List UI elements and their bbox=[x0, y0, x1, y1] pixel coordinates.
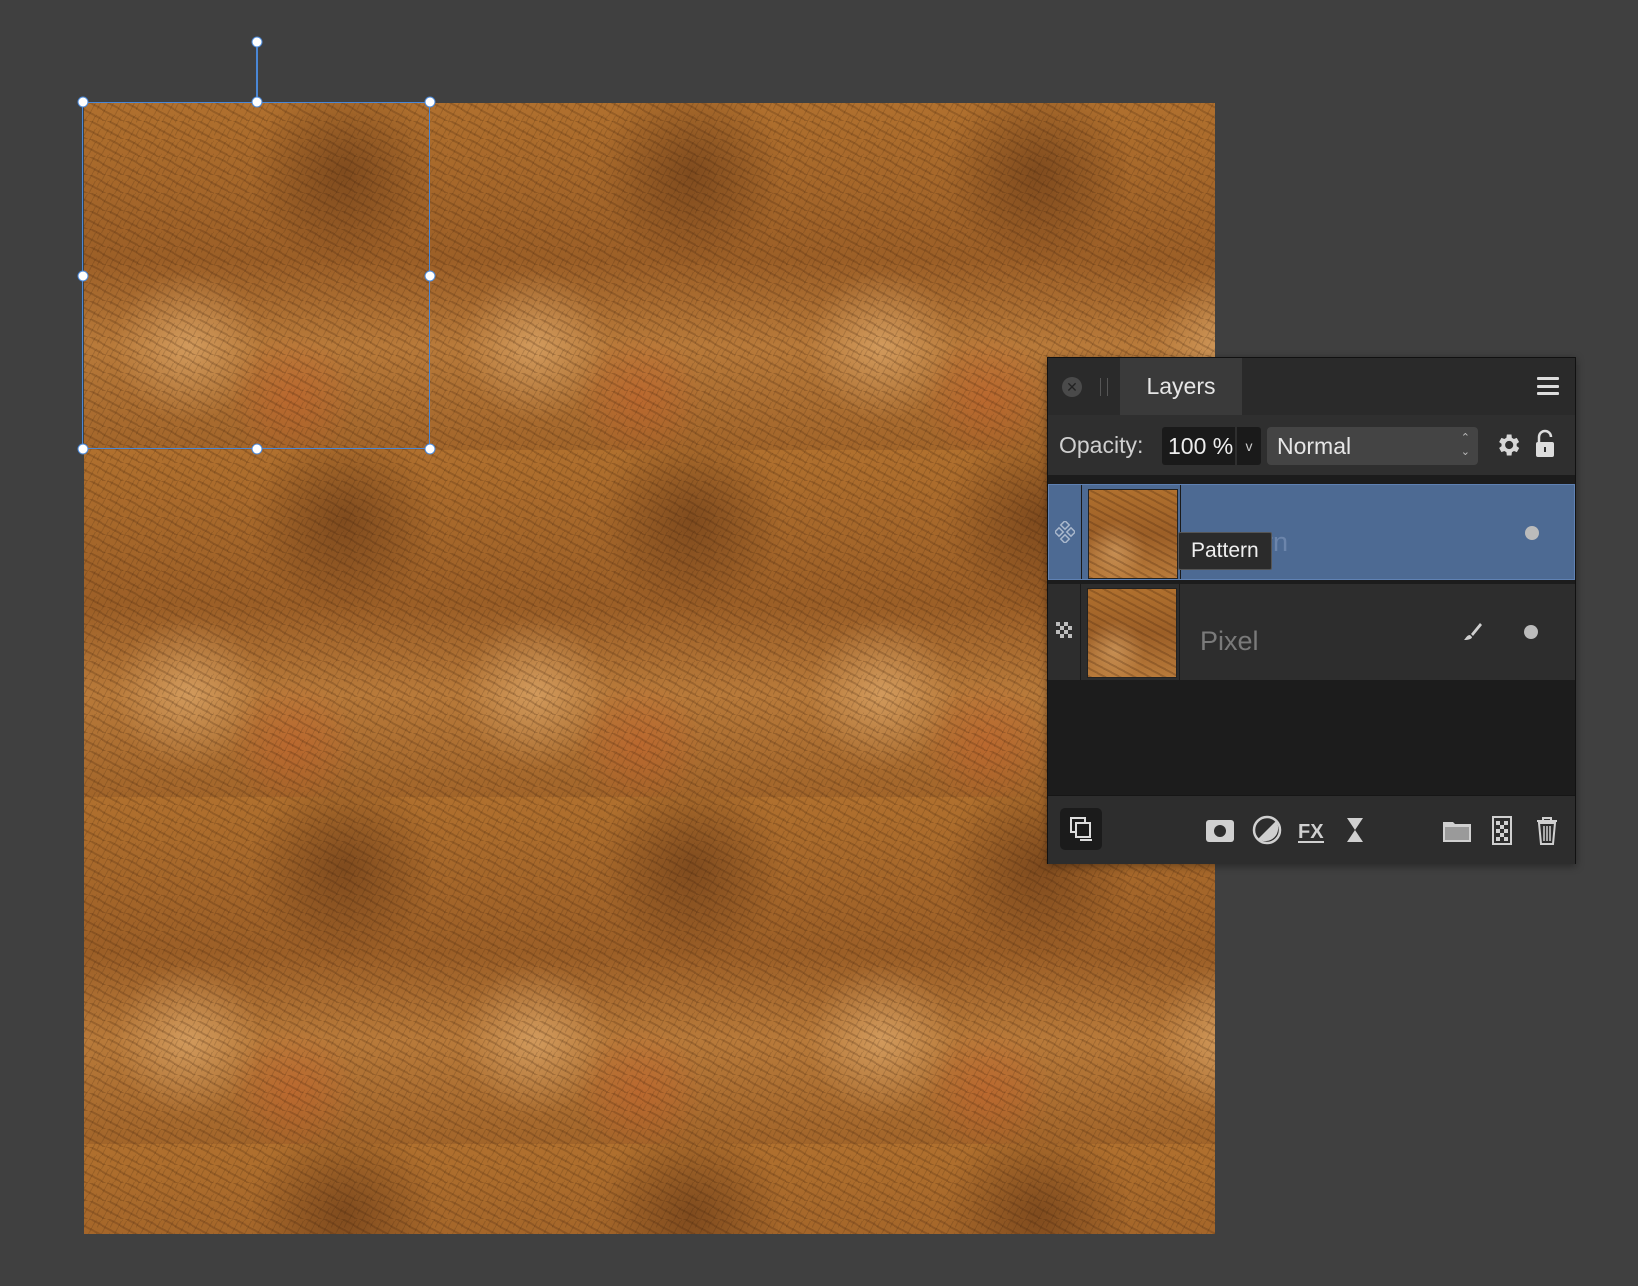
pixel-layer-icon[interactable] bbox=[1486, 814, 1518, 846]
layer-row-pattern[interactable]: Pattern bbox=[1048, 484, 1575, 580]
layer-row-pixel[interactable]: Pixel bbox=[1048, 584, 1575, 680]
visibility-dot-icon[interactable] bbox=[1524, 625, 1538, 639]
layers-empty-area bbox=[1048, 680, 1575, 796]
adjustment-icon[interactable] bbox=[1251, 814, 1283, 846]
visibility-dot-icon[interactable] bbox=[1525, 526, 1539, 540]
resize-handle-right[interactable] bbox=[424, 270, 436, 282]
layers-bottom-bar: FX bbox=[1048, 795, 1575, 864]
resize-handle-bottom[interactable] bbox=[251, 443, 263, 455]
blend-mode-select[interactable]: Normal ⌃ ⌄ bbox=[1267, 427, 1478, 465]
brush-icon[interactable] bbox=[1460, 620, 1484, 644]
row-divider bbox=[1081, 485, 1082, 579]
stepper-arrows-icon: ⌃ ⌄ bbox=[1460, 432, 1470, 458]
pixel-layer-icon bbox=[1056, 622, 1072, 638]
layer-name-tooltip: Pattern bbox=[1178, 532, 1272, 570]
row-divider bbox=[1080, 584, 1081, 680]
pattern-layer-icon bbox=[1055, 521, 1075, 543]
lock-icon[interactable] bbox=[1534, 429, 1556, 459]
resize-handle-bottom-left[interactable] bbox=[77, 443, 89, 455]
arrange-layers-icon[interactable] bbox=[1060, 808, 1102, 850]
rotation-line bbox=[256, 42, 258, 102]
mask-icon[interactable] bbox=[1204, 814, 1236, 846]
layer-properties-bar: Opacity: 100 % v Normal ⌃ ⌄ bbox=[1048, 415, 1575, 475]
row-divider bbox=[1179, 584, 1180, 680]
blend-mode-value: Normal bbox=[1277, 433, 1352, 459]
resize-handle-top-right[interactable] bbox=[424, 96, 436, 108]
close-icon[interactable]: ✕ bbox=[1062, 377, 1082, 397]
hamburger-menu-icon[interactable] bbox=[1537, 377, 1559, 395]
opacity-label: Opacity: bbox=[1059, 432, 1144, 458]
layer-thumbnail bbox=[1088, 489, 1178, 579]
fx-icon[interactable]: FX bbox=[1295, 814, 1327, 846]
tab-layers[interactable]: Layers bbox=[1120, 358, 1242, 415]
resize-handle-top-left[interactable] bbox=[77, 96, 89, 108]
resize-handle-bottom-right[interactable] bbox=[424, 443, 436, 455]
grip-icon[interactable] bbox=[1100, 378, 1108, 396]
document-canvas[interactable] bbox=[84, 103, 1215, 1234]
rotate-handle[interactable] bbox=[251, 36, 263, 48]
svg-text:FX: FX bbox=[1298, 821, 1324, 843]
layers-panel: ✕ Layers Opacity: 100 % v Normal ⌃ ⌄ Pix… bbox=[1047, 357, 1576, 864]
trash-icon[interactable] bbox=[1531, 814, 1563, 846]
chevron-down-icon[interactable]: v bbox=[1237, 427, 1261, 465]
layer-name[interactable]: Pixel bbox=[1200, 626, 1259, 657]
resize-handle-top[interactable] bbox=[251, 96, 263, 108]
gear-icon[interactable] bbox=[1494, 431, 1522, 459]
panel-header: ✕ Layers bbox=[1048, 358, 1575, 416]
resize-handle-left[interactable] bbox=[77, 270, 89, 282]
hourglass-icon[interactable] bbox=[1339, 814, 1371, 846]
folder-icon[interactable] bbox=[1441, 814, 1473, 846]
opacity-field[interactable]: 100 % bbox=[1162, 427, 1235, 465]
layer-thumbnail bbox=[1087, 588, 1177, 678]
